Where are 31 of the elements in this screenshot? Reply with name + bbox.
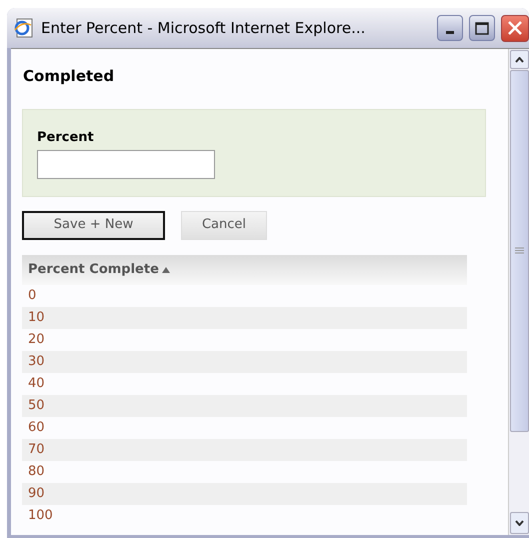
table-row[interactable]: 10: [22, 306, 467, 328]
percent-input[interactable]: [37, 150, 215, 179]
maximize-button[interactable]: [469, 15, 495, 41]
grip-icon: [514, 247, 524, 255]
page-icon: [13, 17, 35, 39]
column-header[interactable]: Percent Complete: [22, 254, 467, 284]
field-label: Percent: [37, 128, 95, 146]
minimize-icon: [446, 31, 454, 34]
section-heading: Completed: [22, 66, 116, 87]
maximize-icon: [475, 22, 489, 34]
scroll-up-button[interactable]: [510, 50, 528, 69]
save-new-button[interactable]: Save + New: [22, 210, 165, 240]
table-row[interactable]: 30: [22, 350, 467, 372]
table-row[interactable]: 90: [22, 482, 467, 504]
column-title: Percent Complete: [28, 260, 159, 279]
table-row[interactable]: 100: [22, 504, 467, 526]
table-row[interactable]: 0: [22, 284, 467, 306]
window-title: Enter Percent - Microsoft Internet Explore...: [41, 18, 366, 39]
scrollbar[interactable]: [508, 49, 529, 535]
scroll-thumb[interactable]: [510, 70, 528, 432]
table-row[interactable]: 50: [22, 394, 467, 416]
table-row[interactable]: 40: [22, 372, 467, 394]
cancel-button[interactable]: Cancel: [181, 210, 267, 240]
close-button[interactable]: [501, 14, 529, 42]
table-row[interactable]: 70: [22, 438, 467, 460]
minimize-button[interactable]: [437, 15, 463, 41]
table-row[interactable]: 80: [22, 460, 467, 482]
scroll-down-button[interactable]: [510, 512, 528, 534]
table-row[interactable]: 60: [22, 416, 467, 438]
table-row[interactable]: 20: [22, 328, 467, 350]
close-icon: [507, 20, 523, 36]
